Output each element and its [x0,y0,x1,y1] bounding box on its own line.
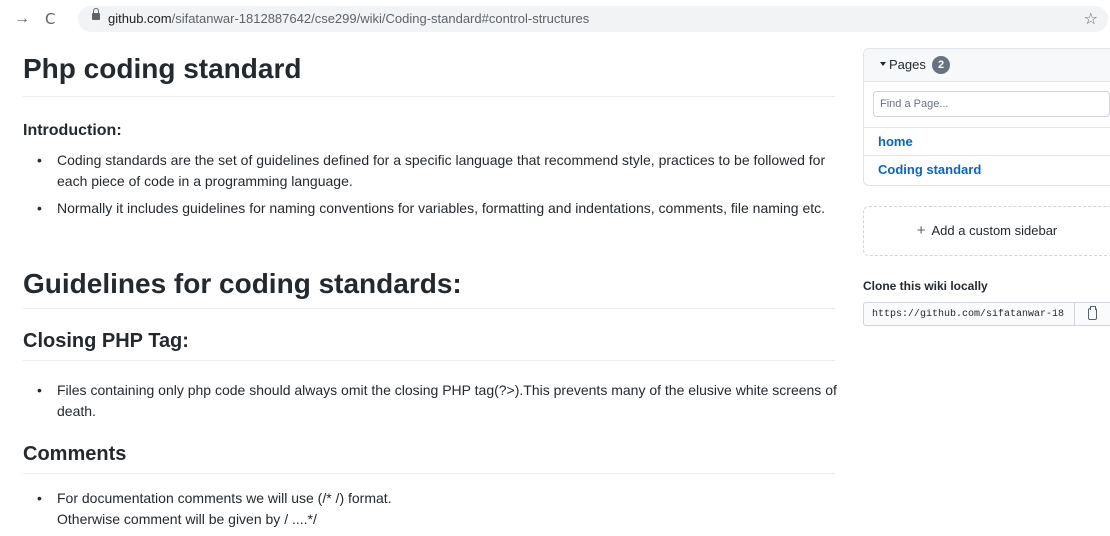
clipboard-icon [1088,306,1097,320]
comments-heading: Comments [23,441,835,474]
bookmark-star-icon[interactable]: ☆ [1084,9,1098,29]
page-title: Php coding standard [23,40,835,97]
forward-arrow-icon[interactable]: → [14,9,30,29]
guidelines-heading: Guidelines for coding standards: [23,266,835,309]
pages-label: Pages [889,57,926,72]
clone-url-group [863,302,1110,326]
page-link-coding-standard[interactable]: Coding standard [864,155,1110,183]
clone-url-input[interactable] [863,302,1075,326]
copy-clipboard-button[interactable] [1074,302,1110,326]
find-page-input[interactable] [873,91,1110,117]
lock-icon [92,8,100,20]
list-item: Coding standards are the set of guidelin… [37,150,849,192]
browser-toolbar: → C github.com/sifatanwar-1812887642/cse… [0,0,1110,38]
clone-wiki-title: Clone this wiki locally [863,279,988,293]
address-bar[interactable]: github.com/sifatanwar-1812887642/cse299/… [78,6,1108,32]
url-text[interactable]: github.com/sifatanwar-1812887642/cse299/… [108,11,589,26]
url-path: /sifatanwar-1812887642/cse299/wiki/Codin… [171,11,590,26]
wiki-content: Php coding standard Introduction: Coding… [23,40,837,527]
list-item: Files containing only php code should al… [37,380,849,422]
reload-icon[interactable]: C [45,9,55,29]
page-link-home[interactable]: home [864,127,1110,155]
plus-icon: + [916,222,926,239]
list-item: Normally it includes guidelines for nami… [37,198,849,219]
introduction-heading: Introduction: [23,122,122,139]
pages-count-badge: 2 [932,56,950,74]
introduction-list: Coding standards are the set of guidelin… [23,150,849,225]
pages-header[interactable]: Pages 2 [864,49,1110,82]
closing-php-tag-heading: Closing PHP Tag: [23,328,835,361]
comments-line-2: Otherwise comment will be given by / ...… [57,511,317,527]
list-item: For documentation comments we will use (… [37,488,849,530]
closing-tag-list: Files containing only php code should al… [23,380,849,428]
url-host: github.com [108,11,172,26]
add-custom-sidebar-button[interactable]: + Add a custom sidebar [863,206,1110,256]
pages-panel: Pages 2 home Coding standard [863,48,1110,186]
add-custom-sidebar-label: Add a custom sidebar [931,223,1058,238]
caret-down-icon[interactable] [880,62,886,66]
comments-list: For documentation comments we will use (… [23,488,849,536]
comments-line-1: For documentation comments we will use (… [57,490,392,506]
